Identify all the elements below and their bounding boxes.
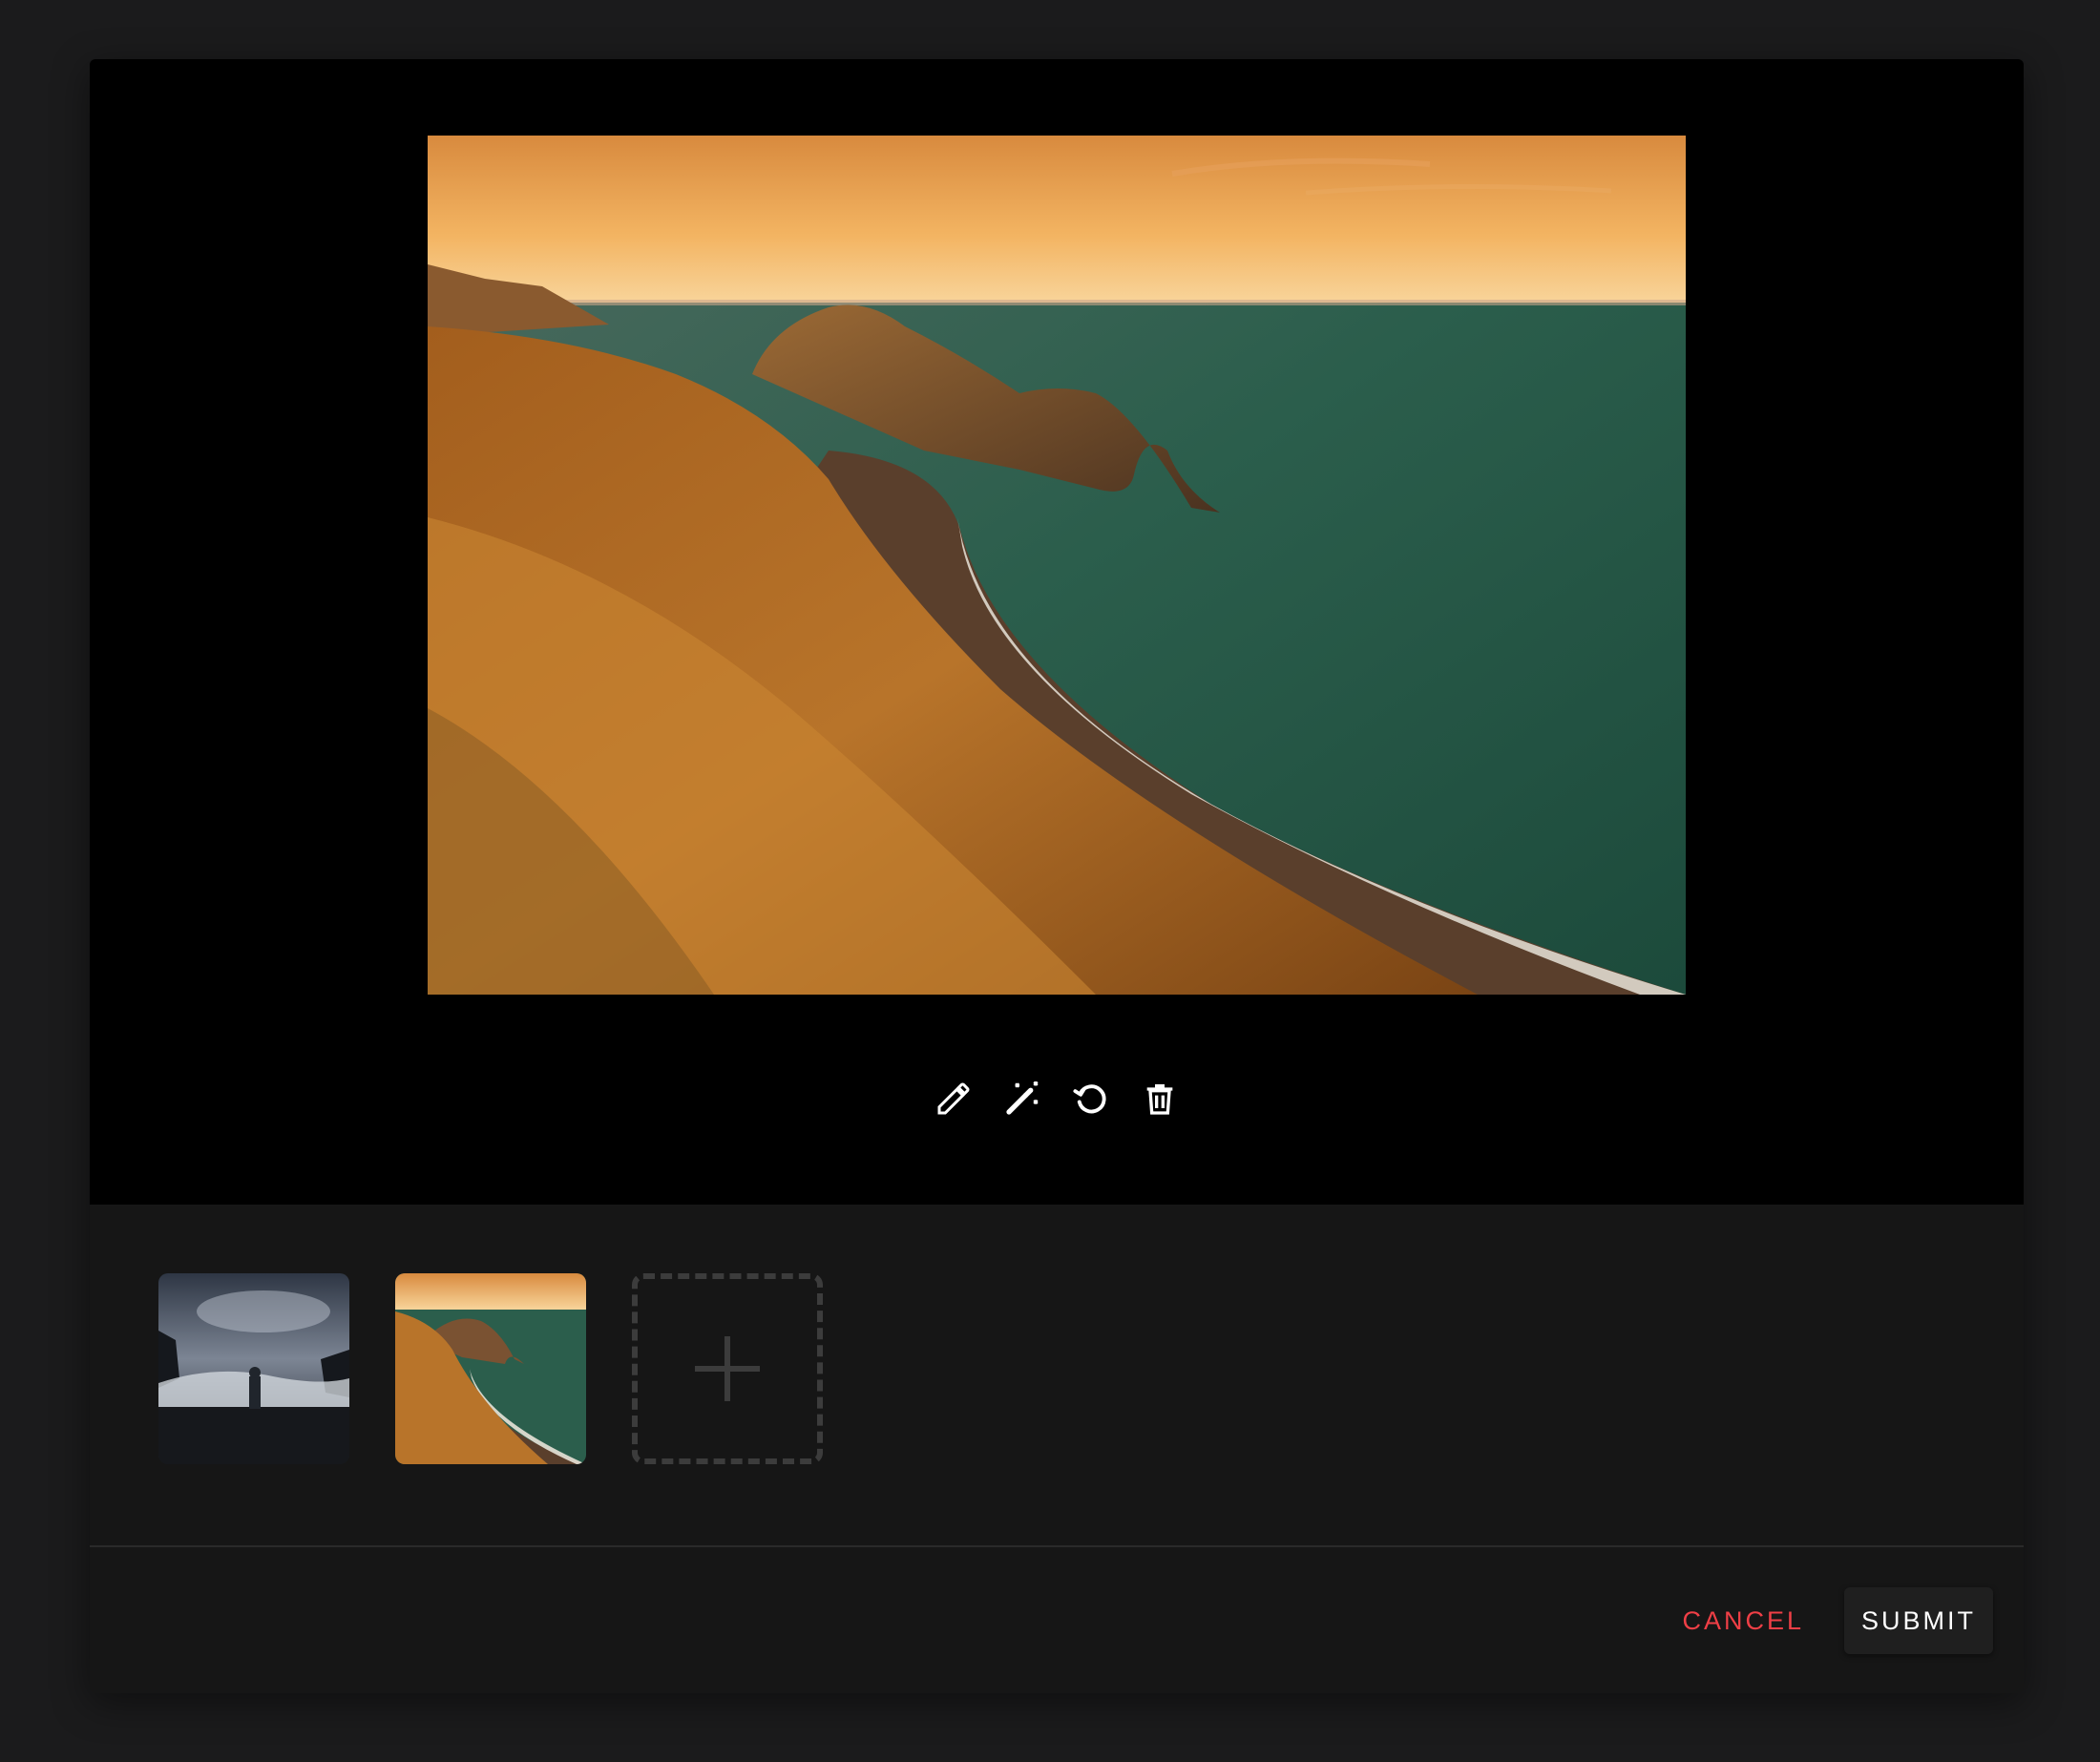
cancel-button[interactable]: CANCEL: [1665, 1587, 1821, 1654]
pencil-icon[interactable]: [934, 1079, 974, 1119]
plus-icon: [695, 1336, 760, 1401]
trash-icon[interactable]: [1140, 1079, 1180, 1119]
dialog-actions: CANCEL SUBMIT: [1665, 1587, 1993, 1654]
submit-button[interactable]: SUBMIT: [1843, 1587, 1993, 1654]
image-editor-dialog: CANCEL SUBMIT: [90, 59, 2024, 1693]
thumbnail-image[interactable]: [158, 1273, 349, 1464]
thumbnail-image[interactable]: [395, 1273, 586, 1464]
image-preview-area: [90, 59, 2024, 1205]
rotate-icon[interactable]: [1071, 1079, 1111, 1119]
magic-wand-icon[interactable]: [1002, 1079, 1042, 1119]
thumbnail-strip: [158, 1273, 823, 1464]
footer-divider: [90, 1545, 2024, 1547]
main-image: [428, 136, 1686, 995]
add-image-button[interactable]: [632, 1273, 823, 1464]
image-tools-toolbar: [90, 1079, 2024, 1119]
